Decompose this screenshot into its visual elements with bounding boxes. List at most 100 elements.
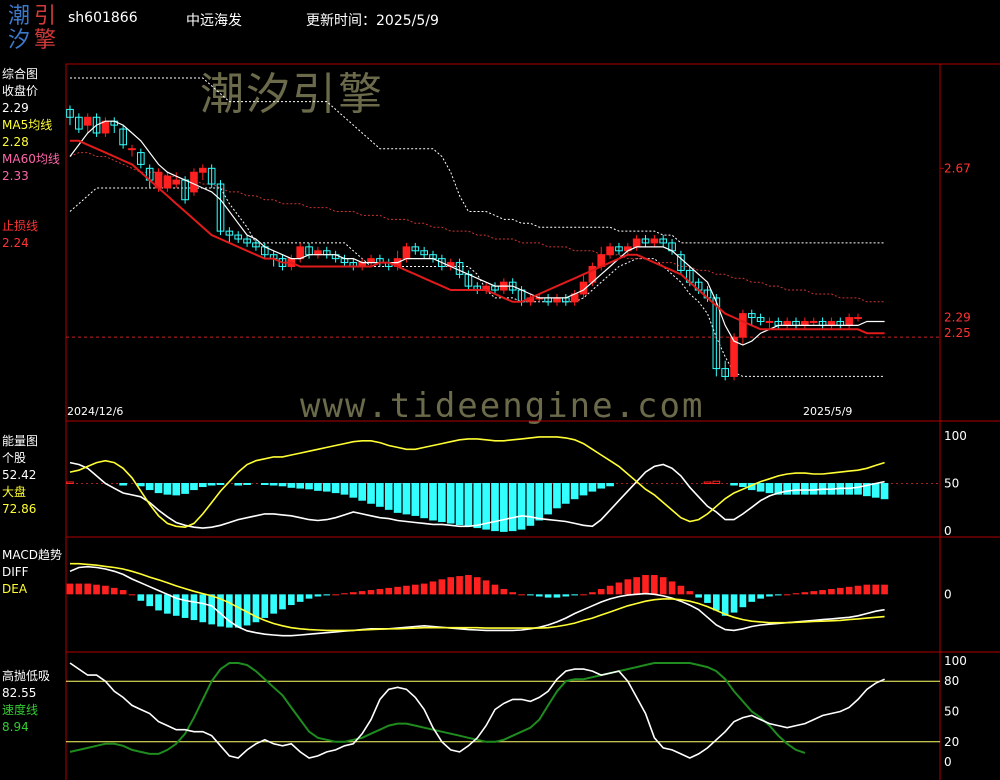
candle-body: [163, 175, 172, 189]
macd-bar: [102, 585, 109, 595]
energy-bar: [198, 483, 207, 488]
macd-bar: [385, 587, 393, 595]
energy-bar: [783, 483, 791, 495]
macd-bar: [597, 588, 605, 595]
macd-bar: [633, 577, 640, 595]
macd-bar: [208, 594, 215, 625]
energy-bar: [278, 483, 287, 487]
energy-bar: [712, 480, 721, 485]
candle-body: [198, 167, 207, 173]
macd-bar: [562, 594, 570, 597]
energy-bar: [792, 483, 800, 495]
macd-bar: [279, 594, 286, 610]
y-tick-label: 50: [944, 705, 959, 719]
macd-bar: [93, 584, 100, 595]
macd-bar: [766, 594, 773, 597]
macd-bar: [411, 584, 419, 595]
energy-bar: [296, 483, 305, 489]
gaopao-line: [69, 662, 885, 759]
energy-bar: [500, 483, 508, 532]
macd-bar: [438, 579, 446, 595]
energy-bar: [234, 483, 243, 486]
energy-bar: [446, 483, 455, 524]
macd-bar: [872, 584, 880, 595]
macd-bar: [668, 581, 676, 595]
energy-bar: [181, 483, 189, 494]
date-end: 2025/5/9: [803, 405, 853, 418]
macd-bar: [429, 581, 437, 595]
y-tick-label: 2.25: [944, 326, 971, 340]
main-panel: 2.67 2.292.25: [66, 77, 971, 381]
candle-body: [606, 246, 614, 256]
macd-bar: [447, 577, 455, 595]
macd-bar: [535, 594, 543, 597]
energy-bar: [464, 483, 473, 527]
macd-bar: [155, 594, 162, 611]
macd-bar: [473, 577, 481, 595]
energy-bar: [588, 483, 597, 492]
ma60-label: MA60均线: [2, 152, 60, 166]
energy-bar: [765, 483, 774, 494]
macd-bar: [119, 590, 127, 595]
macd-bar: [199, 594, 207, 623]
y-tick-label: 0: [944, 524, 952, 538]
macd-bar: [686, 591, 694, 595]
macd-bar: [606, 585, 614, 595]
macd-bar: [350, 592, 357, 595]
energy-bar: [269, 483, 278, 486]
gaopao-title: 高抛低吸: [2, 669, 51, 683]
dea-label: DEA: [2, 582, 28, 596]
macd-bar: [296, 594, 304, 602]
y-tick-label: 100: [944, 654, 967, 668]
macd-bar: [500, 588, 508, 595]
ma60-line: [70, 139, 885, 335]
energy-bar: [517, 483, 526, 530]
macd-bar: [376, 588, 384, 595]
macd-bar: [420, 583, 428, 595]
energy-bar: [163, 483, 172, 495]
energy-bar: [287, 483, 296, 488]
y-tick-label: 100: [944, 429, 967, 443]
close-value: 2.29: [2, 101, 29, 115]
candle-body: [854, 317, 862, 320]
energy-bar: [703, 481, 712, 485]
energy-bar: [172, 483, 181, 496]
stop-value: 2.24: [2, 236, 29, 250]
candle-body: [650, 238, 659, 244]
energy-panel: 100 50 0: [66, 429, 967, 538]
macd-bar: [819, 590, 826, 595]
chart-canvas: 2.67 2.292.25 100 50 0 0 100 80 50 20 0: [65, 63, 1000, 780]
energy-bar: [376, 483, 384, 507]
candle-body: [172, 179, 181, 185]
energy-bar: [216, 483, 225, 485]
macd-bar: [553, 594, 561, 598]
macd-bar: [828, 588, 835, 595]
macd-bar: [863, 584, 871, 595]
energy-bar: [455, 483, 464, 526]
energy-bar: [331, 483, 340, 494]
macd-bar: [739, 594, 747, 608]
macd-bar: [854, 585, 862, 595]
macd-bar: [84, 583, 92, 595]
macd-bar: [110, 587, 118, 595]
candle-body: [190, 171, 198, 193]
macd-bar: [75, 583, 83, 595]
macd-bar: [792, 593, 800, 595]
macd-bar: [651, 575, 658, 595]
energy-stock-label: 个股: [2, 451, 27, 465]
stop-label: 止损线: [2, 219, 39, 233]
macd-bar: [491, 584, 499, 595]
energy-bar: [349, 483, 358, 498]
macd-bar: [589, 592, 596, 595]
energy-bar: [606, 483, 614, 487]
energy-market-value: 72.86: [2, 502, 37, 516]
energy-bar: [411, 483, 420, 516]
gaopao-panel: 100 80 50 20 0: [66, 654, 967, 769]
energy-bar: [553, 483, 561, 509]
macd-bar: [456, 576, 463, 595]
macd-bar: [624, 579, 632, 595]
energy-bar: [420, 483, 428, 519]
energy-bar: [260, 483, 269, 485]
macd-bar: [730, 594, 738, 613]
energy-bar: [438, 483, 446, 522]
